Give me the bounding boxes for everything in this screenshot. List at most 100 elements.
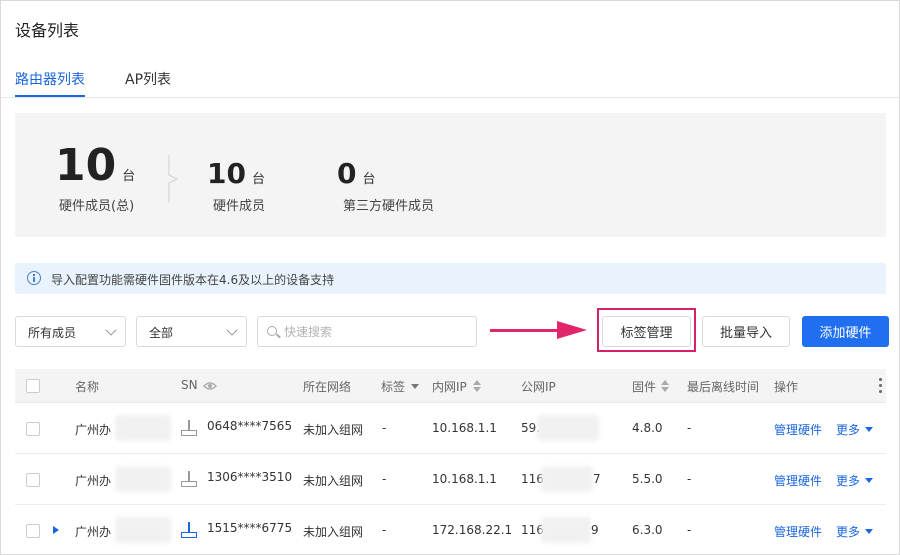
device-last-offline: -	[687, 421, 692, 435]
col-sn: SN	[181, 378, 198, 392]
annotation-arrow-head	[557, 321, 587, 339]
row-checkbox[interactable]	[26, 473, 40, 487]
caret-down-icon[interactable]	[865, 427, 873, 432]
column-settings-icon[interactable]	[879, 378, 883, 394]
device-lan-ip: 10.168.1.1	[432, 421, 497, 435]
stat-divider	[168, 155, 179, 203]
device-firmware: 6.3.0	[632, 523, 663, 537]
manage-hardware-link[interactable]: 管理硬件	[774, 523, 822, 540]
caret-down-icon[interactable]	[865, 529, 873, 534]
col-name: 名称	[75, 380, 100, 394]
more-actions-link[interactable]: 更多	[836, 472, 860, 489]
member-filter-select[interactable]: 所有成员	[15, 316, 126, 347]
device-sn: 0648****7565	[207, 419, 293, 433]
table-row[interactable]: 广州办 1515****6775 未加入组网 - 172.168.22.1 11…	[15, 505, 886, 554]
stat-total-value: 10	[55, 140, 117, 191]
device-lan-ip: 172.168.22.1	[432, 523, 513, 537]
router-icon	[181, 420, 197, 438]
notice-text: 导入配置功能需硬件固件版本在4.6及以上的设备支持	[51, 273, 335, 287]
table-row[interactable]: 广州办 1306****3510 未加入组网 - 10.168.1.1 116 …	[15, 454, 886, 505]
stat-hardware-label: 硬件成员	[213, 199, 266, 214]
manage-hardware-link[interactable]: 管理硬件	[774, 472, 822, 489]
info-icon	[27, 271, 41, 285]
device-lan-ip: 10.168.1.1	[432, 472, 497, 486]
redacted-wan-ip	[541, 517, 591, 543]
col-last-offline: 最后离线时间	[687, 380, 760, 394]
device-wan-ip-tail: 9	[591, 523, 599, 537]
stat-third-party-value: 0	[337, 157, 357, 190]
device-network: 未加入组网	[303, 525, 364, 539]
search-box	[257, 316, 477, 347]
scope-filter-value: 全部	[149, 326, 174, 340]
stat-hardware-value: 10	[207, 157, 246, 190]
redacted-wan-ip	[541, 466, 593, 492]
add-hardware-button[interactable]: 添加硬件	[802, 316, 889, 347]
device-name: 广州办	[75, 525, 112, 539]
device-sn: 1306****3510	[207, 470, 293, 484]
member-filter-value: 所有成员	[28, 326, 77, 340]
tab-bar: 路由器列表 AP列表	[1, 65, 899, 98]
chevron-down-icon	[226, 324, 238, 336]
device-firmware: 4.8.0	[632, 421, 663, 435]
select-all-checkbox[interactable]	[26, 379, 40, 393]
device-tag: -	[382, 523, 387, 537]
search-icon	[267, 326, 277, 336]
col-firmware: 固件	[632, 380, 657, 394]
device-tag: -	[382, 421, 387, 435]
table-row[interactable]: 广州办 0648****7565 未加入组网 - 10.168.1.1 59. …	[15, 403, 886, 454]
active-tab-indicator	[15, 95, 85, 97]
stat-total-members: 10 台 硬件成员(总)	[55, 140, 136, 215]
device-name: 广州办	[75, 474, 112, 488]
sort-asc-icon[interactable]	[473, 380, 481, 385]
redacted-wan-ip	[537, 415, 599, 441]
notice-banner: 导入配置功能需硬件固件版本在4.6及以上的设备支持	[15, 263, 886, 294]
manage-hardware-link[interactable]: 管理硬件	[774, 421, 822, 438]
tag-manage-button[interactable]: 标签管理	[602, 316, 691, 347]
caret-down-icon[interactable]	[865, 478, 873, 483]
annotation-arrow-shaft	[490, 329, 562, 332]
search-input[interactable]	[284, 322, 469, 342]
stat-third-party-label: 第三方硬件成员	[343, 199, 435, 214]
redacted-name	[115, 517, 171, 543]
sort-desc-icon[interactable]	[473, 387, 481, 392]
device-sn: 1515****6775	[207, 521, 293, 535]
stats-panel: 10 台 硬件成员(总) 10 台 硬件成员 0台 第三方硬件成员	[15, 113, 886, 237]
stat-total-unit: 台	[122, 169, 136, 184]
row-checkbox[interactable]	[26, 524, 40, 538]
tab-router-list[interactable]: 路由器列表	[15, 69, 85, 89]
device-list-panel: 设备列表 路由器列表 AP列表 10 台 硬件成员(总) 10 台 硬件成员 0台 …	[0, 0, 900, 555]
device-name: 广州办	[75, 423, 112, 437]
stat-third-party-unit: 台	[362, 172, 376, 187]
tab-ap-list[interactable]: AP列表	[125, 69, 171, 89]
device-last-offline: -	[687, 523, 692, 537]
stat-total-label: 硬件成员(总)	[59, 199, 135, 214]
scope-filter-select[interactable]: 全部	[136, 316, 247, 347]
more-actions-link[interactable]: 更多	[836, 523, 860, 540]
sort-desc-icon[interactable]	[661, 387, 669, 392]
stat-hardware-unit: 台	[251, 172, 265, 187]
col-tag: 标签	[381, 380, 406, 394]
stat-third-party-members: 0台 第三方硬件成员	[337, 157, 434, 214]
stat-hardware-members: 10 台 硬件成员	[207, 157, 265, 214]
device-network: 未加入组网	[303, 474, 364, 488]
device-wan-ip-tail: 7	[593, 472, 601, 486]
more-actions-link[interactable]: 更多	[836, 421, 860, 438]
device-last-offline: -	[687, 472, 692, 486]
tag-filter-caret-icon[interactable]	[411, 384, 419, 389]
row-checkbox[interactable]	[26, 422, 40, 436]
table-header: 名称 SN 所在网络 标签 内网IP 公网IP 固件 最后离线时间 操作	[15, 369, 886, 403]
redacted-name	[115, 466, 171, 492]
device-firmware: 5.5.0	[632, 472, 663, 486]
col-actions: 操作	[774, 380, 799, 394]
page-title: 设备列表	[15, 21, 80, 40]
eye-icon[interactable]	[203, 381, 217, 391]
device-tag: -	[382, 472, 387, 486]
device-network: 未加入组网	[303, 423, 364, 437]
chevron-down-icon	[105, 324, 117, 336]
sort-asc-icon[interactable]	[661, 380, 669, 385]
router-icon	[181, 471, 197, 489]
expand-row-icon[interactable]	[53, 526, 59, 534]
col-lan-ip: 内网IP	[432, 380, 467, 394]
batch-import-button[interactable]: 批量导入	[702, 316, 790, 347]
col-wan-ip: 公网IP	[521, 380, 556, 394]
